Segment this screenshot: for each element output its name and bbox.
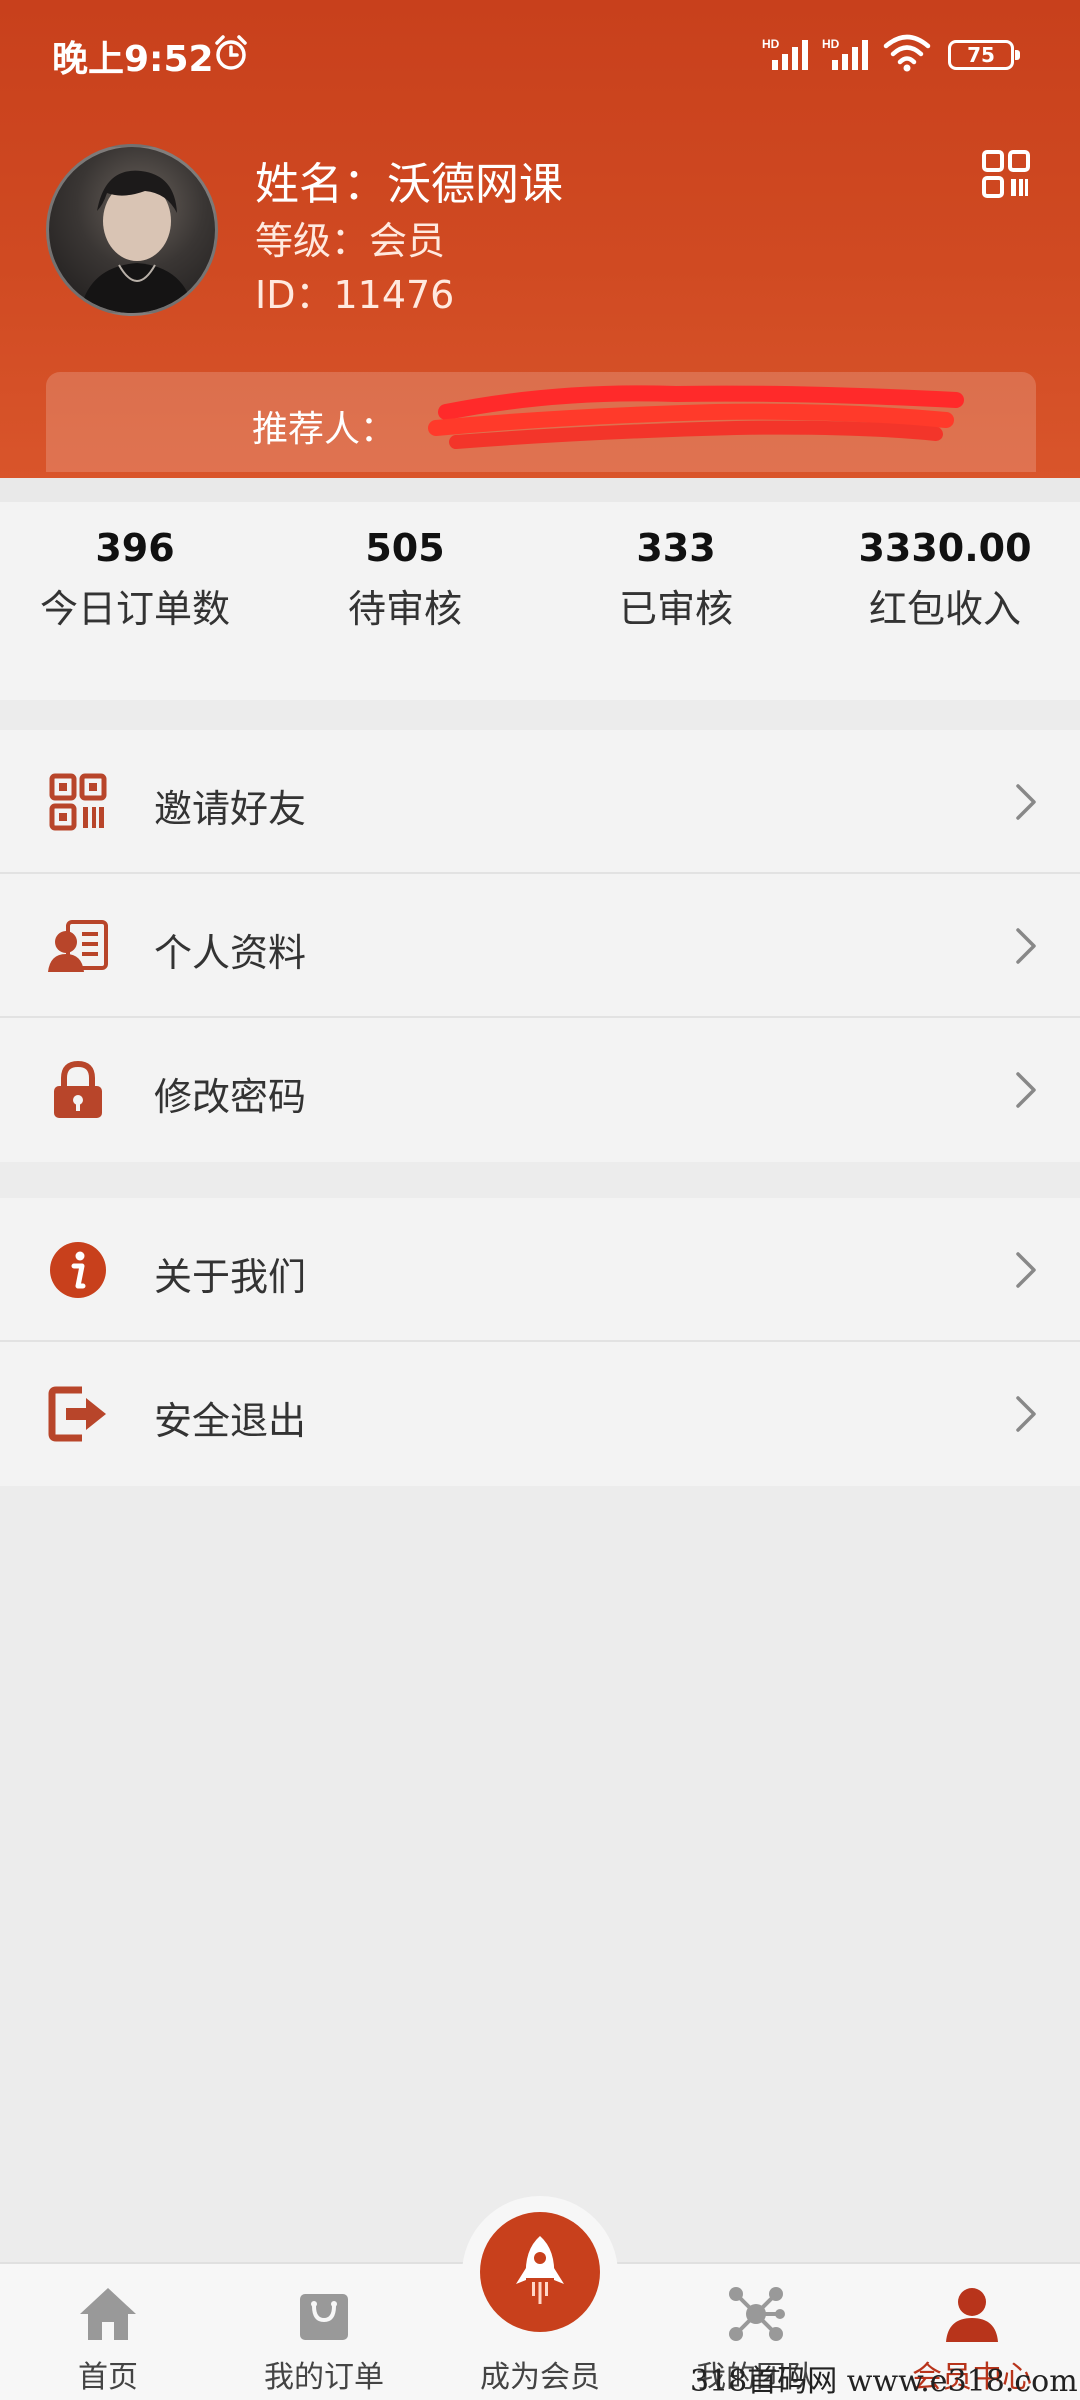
alarm-clock-icon [215,35,247,70]
stat-reviewed[interactable]: 333 已审核 [546,526,806,633]
battery-indicator: 75 [948,40,1020,70]
stats-panel: 396 今日订单数 505 待审核 333 已审核 3330.00 红包收入 [0,478,1080,700]
qr-code-icon [49,773,107,831]
stat-label: 红包收入 [868,587,1021,631]
status-time: 晚上9:52 [52,39,214,80]
cellular-signal-icon: HD [822,37,868,70]
menu-item-logout[interactable]: 安全退出 [0,1342,1080,1486]
svg-text:HD: HD [822,37,840,51]
avatar-photo [80,170,194,313]
become-member-button[interactable] [480,2212,600,2332]
menu-label: 修改密码 [154,1075,307,1119]
referrer-label: 推荐人： [252,409,397,450]
menu-label: 邀请好友 [154,787,307,831]
menu-label: 关于我们 [154,1255,307,1299]
chevron-right-icon [1016,784,1036,820]
network-icon [729,2287,785,2341]
chevron-right-icon [1016,1072,1036,1108]
tab-label: 成为会员 [480,2360,600,2395]
info-icon [50,1242,106,1298]
menu-item-about-us[interactable]: 关于我们 [0,1198,1080,1342]
menu-item-invite-friends[interactable]: 邀请好友 [0,730,1080,874]
tab-home[interactable]: 首页 [0,2264,216,2400]
stat-label: 待审核 [347,587,462,631]
profile-card-icon [48,920,108,972]
stat-label: 已审核 [618,587,733,631]
menu-label: 个人资料 [154,931,307,975]
chevron-right-icon [1016,1396,1036,1432]
svg-text:HD: HD [762,37,780,51]
tab-label: 我的订单 [264,2360,384,2395]
cellular-signal-icon: HD [762,37,808,70]
avatar[interactable] [46,144,218,316]
qr-code-icon[interactable] [982,150,1030,198]
lock-icon [54,1060,102,1118]
chevron-right-icon [1016,928,1036,964]
stat-value: 333 [636,526,716,570]
chevron-right-icon [1016,1252,1036,1288]
stat-red-packet-income[interactable]: 3330.00 红包收入 [815,526,1075,633]
logout-icon [48,1386,106,1442]
user-icon [946,2288,998,2342]
wifi-icon [883,34,931,72]
menu-group-misc: 关于我们 安全退出 [0,1198,1080,1486]
menu-group-account: 邀请好友 个人资料 修改密码 [0,730,1080,1162]
menu-item-change-password[interactable]: 修改密码 [0,1018,1080,1162]
profile-header: 晚上9:52 HD HD 75 姓名：沃德网课 等级：会员 ID：11476 推… [0,0,1080,480]
tab-label: 首页 [78,2360,138,2395]
home-icon [80,2288,136,2340]
stat-value: 396 [95,526,175,570]
stat-label: 今日订单数 [39,587,230,631]
profile-level: 等级：会员 [255,219,446,263]
shopping-bag-icon [300,2294,348,2340]
tab-my-orders[interactable]: 我的订单 [216,2264,432,2400]
watermark: 318首码网 www.e318.com [690,2364,1078,2399]
profile-name: 姓名：沃德网课 [255,159,563,210]
stat-value: 3330.00 [858,526,1032,570]
stat-today-orders[interactable]: 396 今日订单数 [5,526,265,633]
redaction-scribble [428,385,964,449]
stat-pending-review[interactable]: 505 待审核 [275,526,535,633]
referrer-box: 推荐人： [46,372,1036,472]
menu-item-personal-info[interactable]: 个人资料 [0,874,1080,1018]
stat-value: 505 [365,526,445,570]
menu-label: 安全退出 [154,1399,307,1443]
status-bar: 晚上9:52 HD HD 75 [0,0,1080,110]
profile-id: ID：11476 [255,273,455,317]
rocket-icon [516,2236,564,2304]
